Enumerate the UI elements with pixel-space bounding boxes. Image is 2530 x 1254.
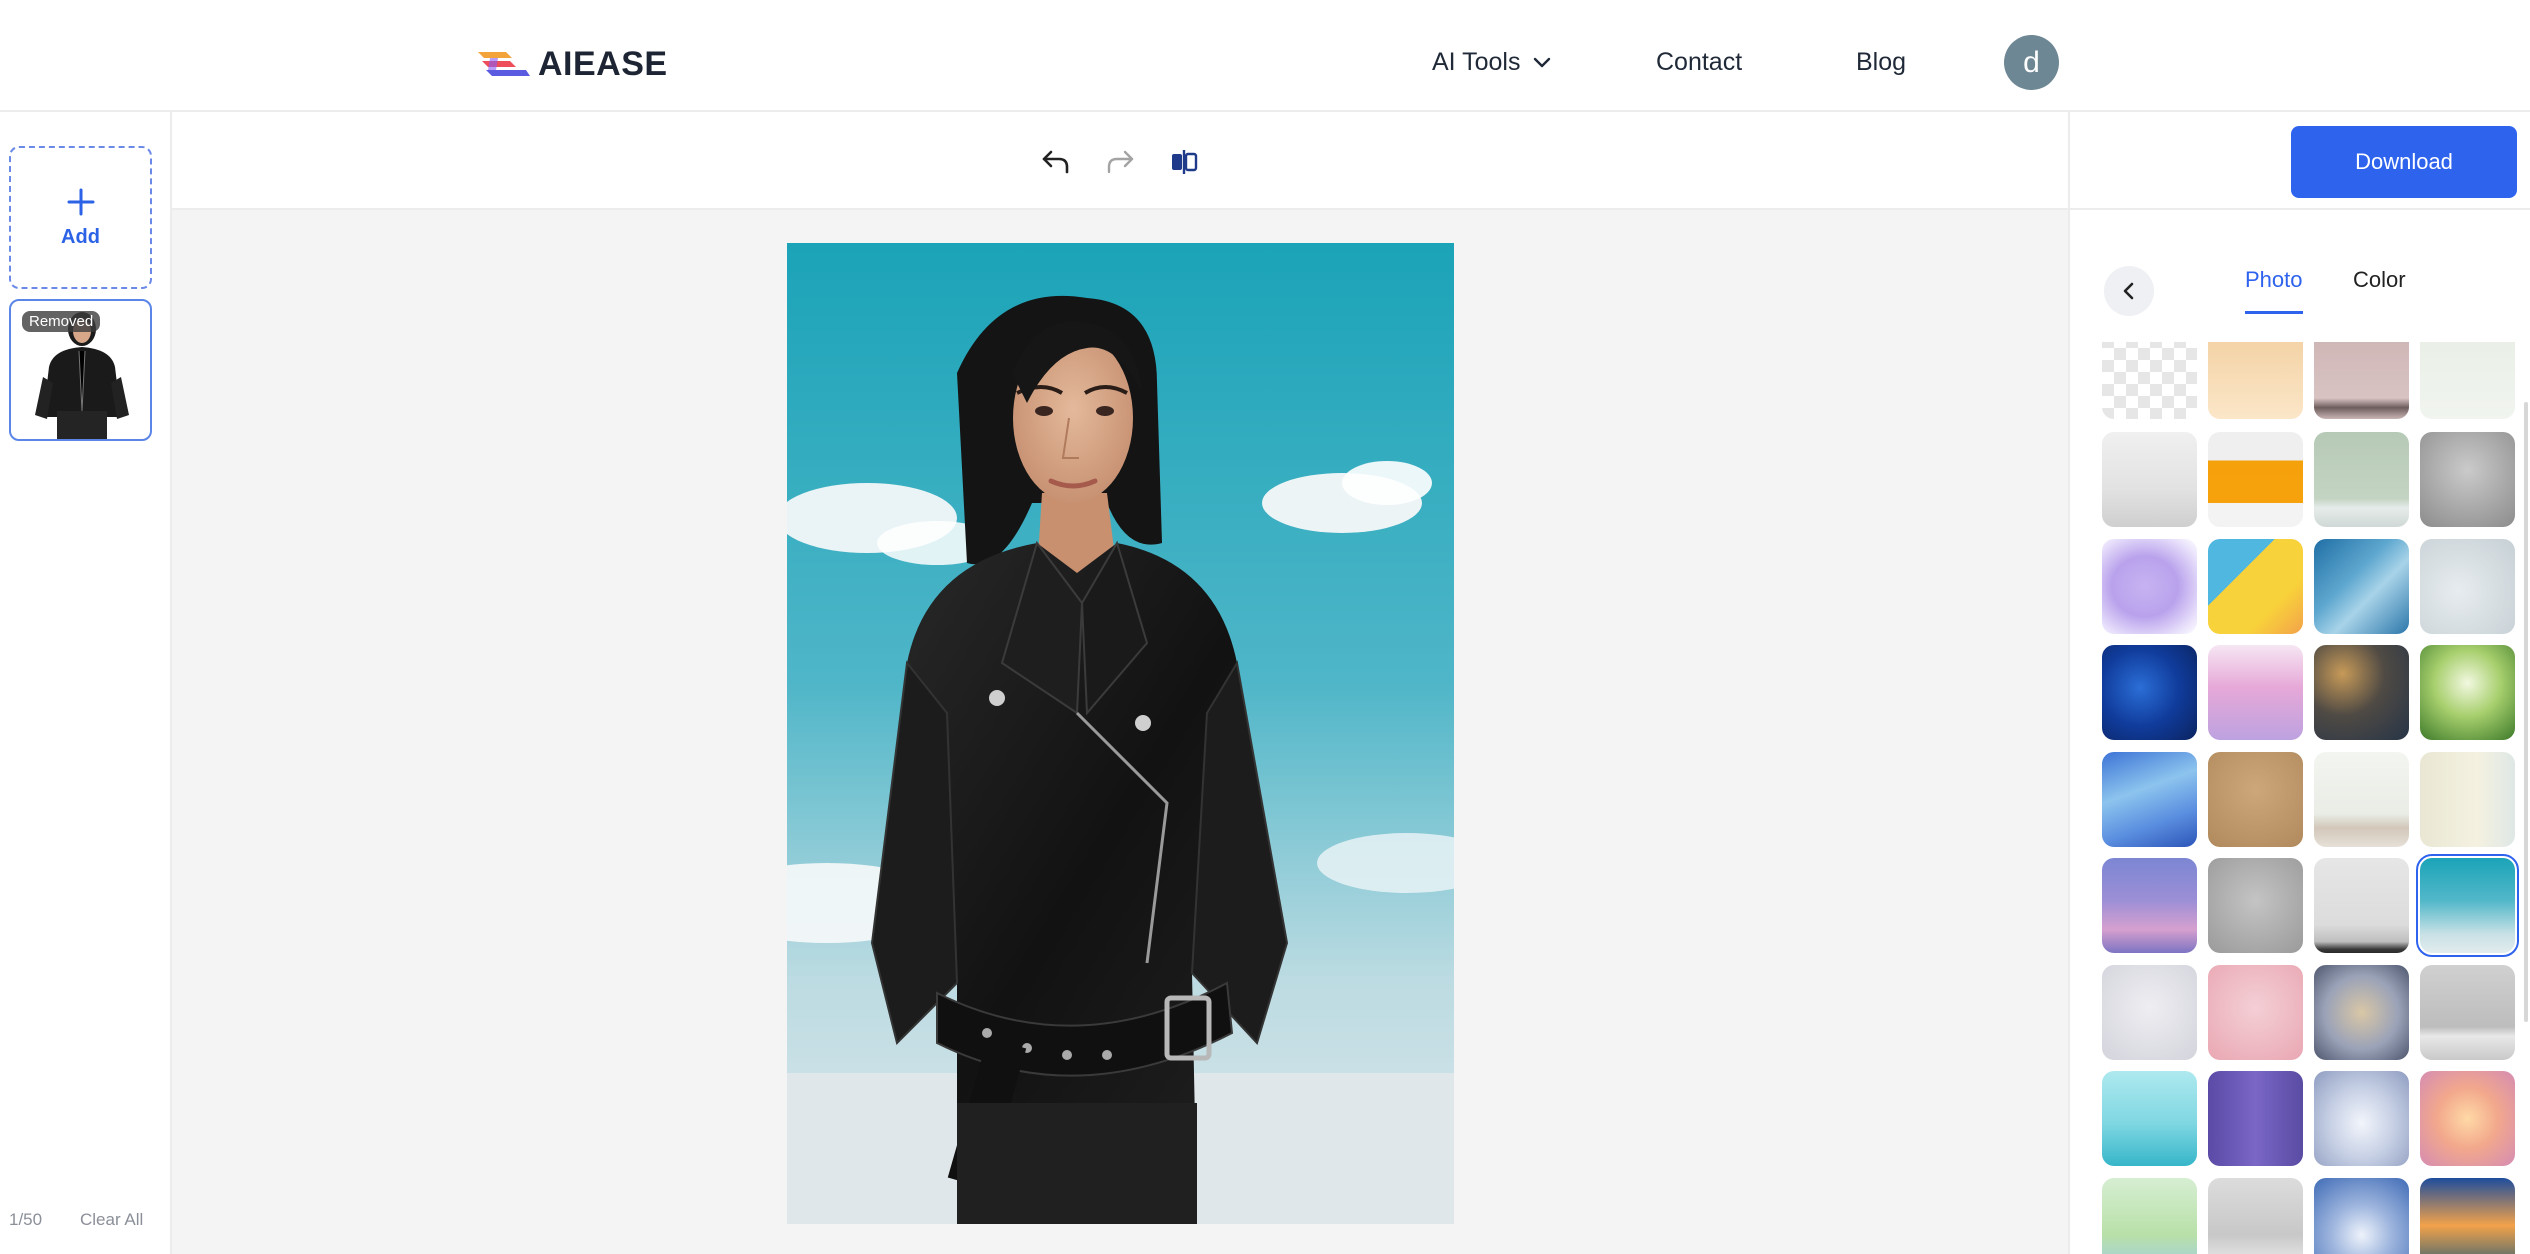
brand-logo[interactable]: AIEASE	[476, 44, 668, 84]
background-option-white-clouds[interactable]	[2420, 539, 2515, 634]
download-button[interactable]: Download	[2291, 126, 2517, 198]
background-option-aqua-podium[interactable]	[2102, 1071, 2197, 1166]
nav-ai-tools[interactable]: AI Tools	[1432, 40, 1552, 84]
background-option-orange-stripe[interactable]	[2208, 432, 2303, 527]
editor-toolbar	[172, 112, 2068, 210]
background-option-abstract-yellow[interactable]	[2208, 539, 2303, 634]
background-option-blue-watercolor[interactable]	[2102, 752, 2197, 847]
nav-ai-tools-label: AI Tools	[1432, 47, 1521, 76]
background-option-lilac-watercolor[interactable]	[2102, 539, 2197, 634]
add-image-label: Add	[61, 226, 100, 248]
background-option-grey-concrete[interactable]	[2420, 432, 2515, 527]
background-option-deep-blue-marble[interactable]	[2102, 645, 2197, 740]
nav-contact[interactable]: Contact	[1656, 40, 1742, 84]
background-option-sage-room[interactable]	[2314, 432, 2409, 527]
background-option-mist-leaves[interactable]	[2420, 342, 2515, 419]
background-option-pink-gradient[interactable]	[2208, 645, 2303, 740]
tab-photo-label: Photo	[2245, 267, 2303, 292]
compare-icon	[1172, 150, 1198, 174]
tab-color[interactable]: Color	[2353, 267, 2406, 301]
active-tab-indicator	[2245, 311, 2303, 314]
top-header: AIEASE AI Tools Contact Blog d	[0, 0, 2530, 112]
nav-blog[interactable]: Blog	[1856, 40, 1906, 84]
chevron-down-icon	[1534, 57, 1551, 68]
user-avatar[interactable]: d	[2004, 35, 2059, 90]
background-option-white-paper[interactable]	[2102, 965, 2197, 1060]
compare-button[interactable]	[1166, 144, 1202, 180]
background-option-violet-podium[interactable]	[2208, 1071, 2303, 1166]
background-option-blue-rays[interactable]	[2314, 1178, 2409, 1254]
background-grid	[2100, 342, 2520, 1254]
download-bar: Download	[2070, 112, 2530, 210]
image-list-sidebar: Add Removed 1/50 Clear All	[0, 112, 172, 1254]
background-option-purple-sky[interactable]	[2102, 858, 2197, 953]
panel-scrollbar[interactable]	[2524, 402, 2528, 1022]
edited-image	[787, 243, 1454, 1224]
background-option-white-wood[interactable]	[2102, 432, 2197, 527]
brand-name: AIEASE	[538, 44, 668, 83]
undo-icon	[1042, 150, 1069, 174]
background-option-white-steps[interactable]	[2208, 1178, 2303, 1254]
background-option-blue-ink[interactable]	[2314, 539, 2409, 634]
tab-photo[interactable]: Photo	[2245, 267, 2303, 314]
chevron-left-icon	[2123, 282, 2134, 300]
background-panel: Download Photo Color	[2068, 112, 2530, 1254]
background-option-grey-wall[interactable]	[2314, 858, 2409, 953]
logo-mark-icon	[478, 52, 530, 76]
image-thumbnail[interactable]: Removed	[9, 299, 152, 441]
background-option-kraft-paper[interactable]	[2208, 752, 2303, 847]
background-option-bright-room[interactable]	[2314, 752, 2409, 847]
editor-workspace	[172, 112, 2068, 1254]
status-badge: Removed	[22, 311, 101, 332]
back-button[interactable]	[2104, 266, 2154, 316]
background-option-green-garden[interactable]	[2420, 645, 2515, 740]
background-option-transparent[interactable]	[2102, 342, 2197, 419]
background-option-beach-sunset[interactable]	[2420, 1178, 2515, 1254]
add-image-button[interactable]: Add	[9, 146, 152, 289]
background-option-rose-room[interactable]	[2314, 342, 2409, 419]
undo-button[interactable]	[1038, 144, 1074, 180]
clear-all-button[interactable]: Clear All	[80, 1210, 143, 1230]
redo-button[interactable]	[1102, 144, 1138, 180]
background-option-pink-marble[interactable]	[2208, 965, 2303, 1060]
plus-icon	[66, 186, 96, 222]
background-option-grey-studio[interactable]	[2420, 965, 2515, 1060]
background-option-arch-podium[interactable]	[2314, 1071, 2409, 1166]
background-option-sky-clouds[interactable]	[2416, 854, 2519, 957]
background-option-warm-bokeh[interactable]	[2420, 1071, 2515, 1166]
background-option-spring-green[interactable]	[2102, 1178, 2197, 1254]
edited-image-canvas	[787, 243, 1454, 1224]
image-count: 1/50	[9, 1210, 43, 1229]
background-option-glitter-bokeh[interactable]	[2314, 965, 2409, 1060]
background-option-cream-light[interactable]	[2420, 752, 2515, 847]
background-option-grey-stone[interactable]	[2208, 858, 2303, 953]
background-option-bokeh-dark[interactable]	[2314, 645, 2409, 740]
background-option-peach[interactable]	[2208, 342, 2303, 419]
redo-icon	[1107, 150, 1134, 174]
